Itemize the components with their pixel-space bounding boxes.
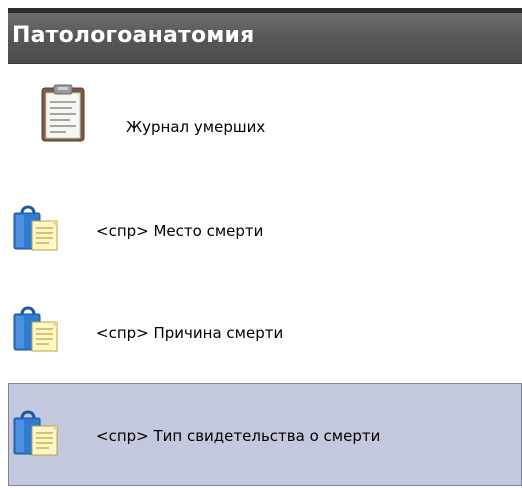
reference-book-icon: [12, 204, 60, 256]
menu-item-label: <спр> Тип свидетельства о смерти: [96, 427, 381, 445]
reference-book-icon: [12, 305, 60, 357]
panel-title: Патологоанатомия: [12, 23, 255, 48]
reference-book-icon: [12, 409, 60, 461]
panel-header: Патологоанатомия: [8, 13, 522, 64]
clipboard-icon: [41, 84, 85, 146]
menu-item-death-certificate-type[interactable]: <спр> Тип свидетельства о смерти: [8, 383, 522, 486]
menu-item-label: <спр> Место смерти: [96, 222, 264, 240]
menu-item-cause-of-death[interactable]: <спр> Причина смерти: [8, 288, 522, 372]
menu-item-label: <спр> Причина смерти: [96, 324, 284, 342]
menu-item-label: Журнал умерших: [126, 118, 266, 136]
menu-item-death-journal[interactable]: Журнал умерших: [8, 80, 522, 164]
pathology-panel: Патологоанатомия Журнал умерших <спр> Ме…: [0, 0, 522, 488]
menu-item-place-of-death[interactable]: <спр> Место смерти: [8, 192, 522, 268]
